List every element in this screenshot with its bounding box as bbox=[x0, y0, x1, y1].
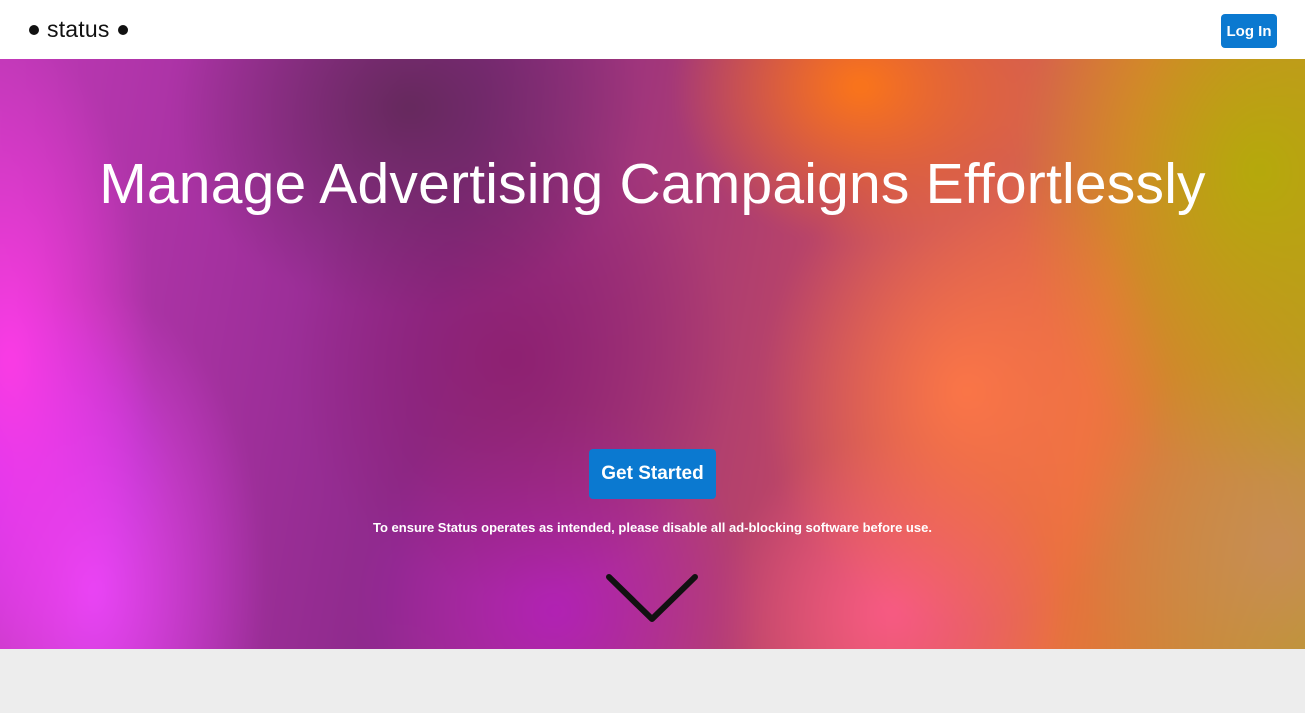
below-fold-section bbox=[0, 649, 1305, 713]
adblock-notice: To ensure Status operates as intended, p… bbox=[373, 520, 932, 535]
brand-dot-left-icon bbox=[29, 24, 39, 35]
hero-title: Manage Advertising Campaigns Effortlessl… bbox=[99, 152, 1206, 216]
hero-gradient-background bbox=[0, 59, 1305, 649]
hero-section: Manage Advertising Campaigns Effortlessl… bbox=[0, 59, 1305, 649]
brand-name: status bbox=[47, 16, 110, 42]
top-navbar: status Log In bbox=[0, 0, 1305, 59]
brand-dot-right-icon bbox=[117, 24, 128, 35]
chevron-down-icon[interactable] bbox=[604, 569, 700, 625]
get-started-button[interactable]: Get Started bbox=[589, 449, 716, 499]
brand-logo[interactable]: status bbox=[29, 16, 128, 43]
login-button[interactable]: Log In bbox=[1221, 14, 1277, 48]
